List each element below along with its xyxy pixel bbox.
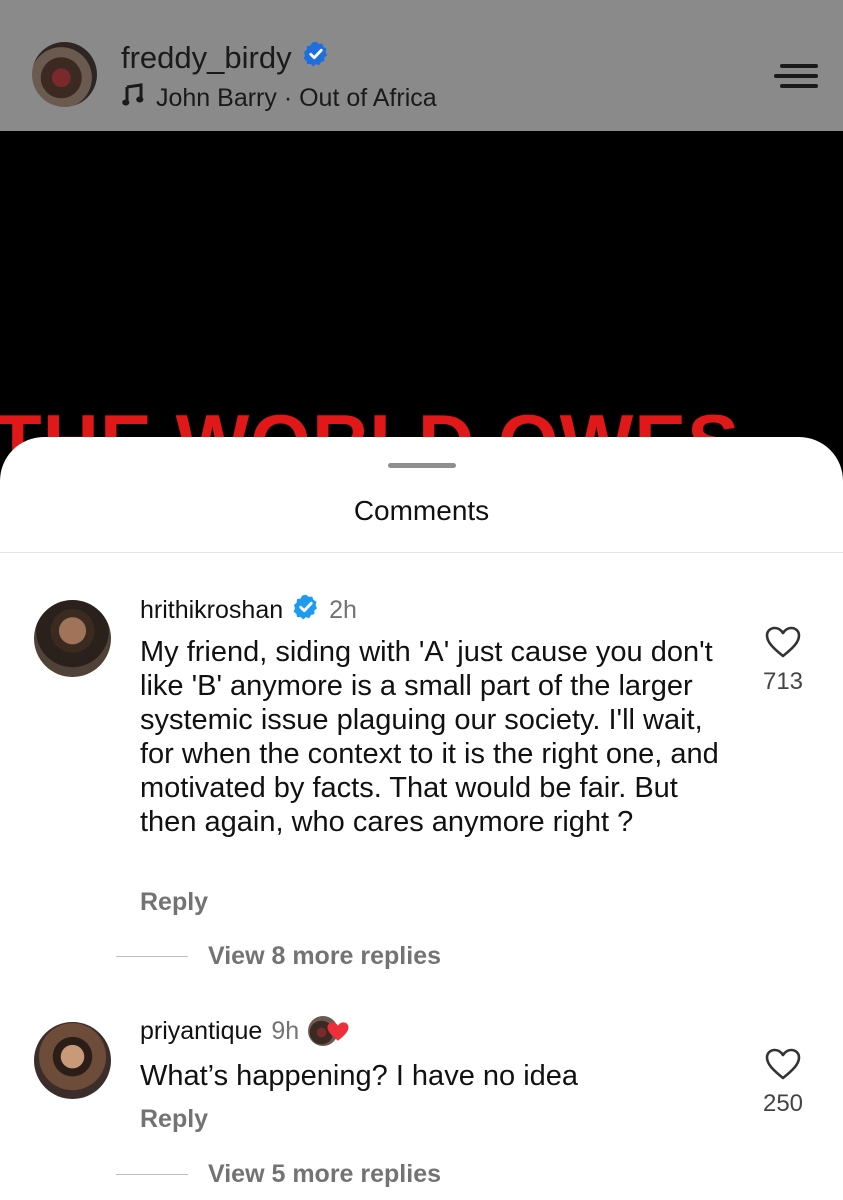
commenter-avatar[interactable] xyxy=(34,600,111,677)
menu-icon[interactable] xyxy=(774,64,818,88)
comment-time: 9h xyxy=(271,1016,300,1045)
divider xyxy=(0,552,843,553)
drag-handle[interactable] xyxy=(388,463,456,468)
video-player[interactable]: THE WORLD OWES xyxy=(0,131,843,471)
comment-time: 2h xyxy=(329,596,357,624)
commenter-username[interactable]: hrithikroshan xyxy=(140,596,283,625)
replies-divider xyxy=(116,1174,188,1175)
comment-header: priyantique 9h xyxy=(140,1015,352,1047)
like-control[interactable]: 250 xyxy=(745,1048,821,1118)
audio-title[interactable]: John Barry · Out of Africa xyxy=(156,84,437,113)
music-note-icon xyxy=(122,83,144,114)
comment-text: My friend, siding with 'A' just cause yo… xyxy=(140,636,719,838)
sheet-title: Comments xyxy=(353,495,490,526)
view-replies-button[interactable]: View 8 more replies xyxy=(116,942,441,971)
view-replies-label[interactable]: View 8 more replies xyxy=(208,942,441,971)
replies-divider xyxy=(116,956,188,957)
comments-sheet: Comments hrithikroshan 2h My friend, sid… xyxy=(0,437,843,1200)
author-username[interactable]: freddy_birdy xyxy=(121,40,292,76)
heart-icon[interactable] xyxy=(745,626,821,658)
view-replies-button[interactable]: View 5 more replies xyxy=(116,1160,441,1189)
comment-text: What’s happening? I have no idea xyxy=(140,1060,579,1092)
commenter-username[interactable]: priyantique xyxy=(140,1017,262,1046)
author-avatar[interactable] xyxy=(32,42,97,107)
verified-badge-icon xyxy=(292,593,320,628)
like-control[interactable]: 713 xyxy=(745,626,821,696)
audio-row[interactable]: John Barry · Out of Africa xyxy=(122,83,437,114)
like-count: 250 xyxy=(762,1090,804,1117)
heart-icon[interactable] xyxy=(745,1048,821,1080)
reply-button[interactable]: Reply xyxy=(140,888,208,917)
liked-by-author-icon xyxy=(308,1015,352,1047)
post-header: freddy_birdy John Barry · Out of Africa xyxy=(0,0,843,131)
author-name-row[interactable]: freddy_birdy xyxy=(121,40,330,76)
verified-badge-icon xyxy=(302,40,330,76)
reply-button[interactable]: Reply xyxy=(140,1105,208,1134)
comment-header: hrithikroshan 2h xyxy=(140,593,357,628)
view-replies-label[interactable]: View 5 more replies xyxy=(208,1160,441,1189)
commenter-avatar[interactable] xyxy=(34,1022,111,1099)
like-count: 713 xyxy=(762,668,804,695)
